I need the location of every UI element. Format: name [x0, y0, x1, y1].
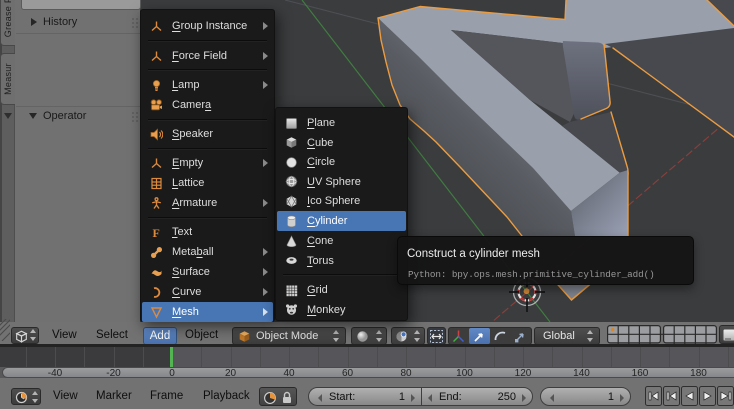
- svg-text:F: F: [153, 226, 160, 239]
